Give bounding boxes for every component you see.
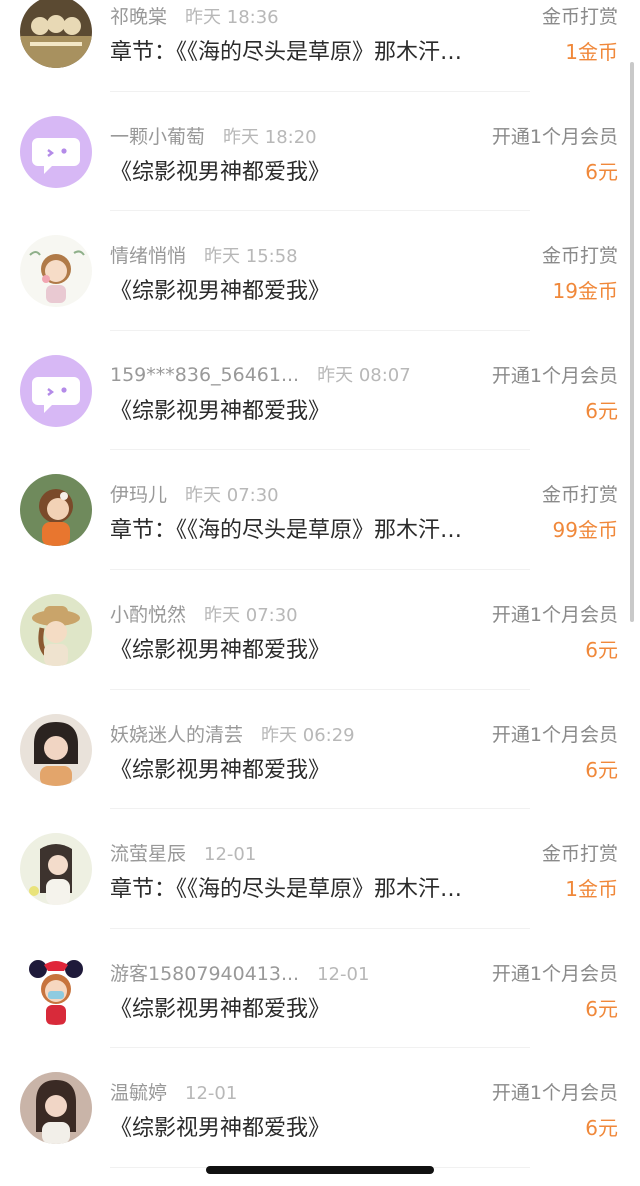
list-item[interactable]: 温毓婷 12-01 《综影视男神都爱我》 开通1个月会员 6元	[0, 1048, 640, 1168]
record-amount: 6元	[585, 757, 618, 782]
photo-avatar-icon[interactable]	[20, 713, 92, 786]
record-meta: 伊玛儿 昨天 07:30	[110, 480, 279, 507]
record-amount: 6元	[585, 996, 618, 1021]
illustrated-girl-avatar-icon[interactable]	[20, 474, 92, 547]
record-amount: 6元	[585, 637, 618, 662]
list-item[interactable]: 一颗小葡萄 昨天 18:20 《综影视男神都爱我》 开通1个月会员 6元	[0, 92, 640, 212]
record-meta: 情绪悄悄 昨天 15:58	[110, 241, 298, 268]
record-type: 金币打赏	[541, 6, 618, 28]
record-meta: 一颗小葡萄 昨天 18:20	[110, 122, 317, 149]
record-title: 《综影视男神都爱我》	[110, 637, 331, 663]
record-amount: 19金币	[552, 279, 618, 304]
record-type: 金币打赏	[541, 843, 618, 866]
cartoon-mouse-ears-avatar-icon[interactable]	[20, 952, 92, 1025]
user-name[interactable]: 温毓婷	[110, 1078, 167, 1105]
list-item[interactable]: 妖娆迷人的清芸 昨天 06:29 《综影视男神都爱我》 开通1个月会员 6元	[0, 690, 640, 810]
record-amount: 6元	[585, 1116, 618, 1141]
user-name[interactable]: 流萤星辰	[110, 839, 186, 866]
illustrated-girl-avatar-icon[interactable]	[20, 235, 92, 308]
record-title: 《综影视男神都爱我》	[110, 279, 331, 305]
record-title: 章节：《《海的尽头是草原》那木汗…	[110, 40, 463, 65]
default-chat-avatar-icon[interactable]	[20, 115, 92, 188]
record-meta: 温毓婷 12-01	[110, 1078, 237, 1105]
record-meta: 妖娆迷人的清芸 昨天 06:29	[110, 720, 355, 747]
record-time: 12-01	[185, 1083, 238, 1105]
user-name[interactable]: 情绪悄悄	[110, 241, 186, 268]
record-title: 《综影视男神都爱我》	[110, 398, 331, 424]
record-type: 金币打赏	[541, 484, 618, 507]
record-type: 开通1个月会员	[491, 603, 618, 626]
user-name[interactable]: 小酌悦然	[110, 600, 186, 627]
record-time: 昨天 18:36	[185, 7, 279, 28]
record-title: 《综影视男神都爱我》	[110, 1116, 331, 1142]
record-amount: 6元	[585, 159, 618, 184]
record-type: 金币打赏	[541, 245, 618, 268]
list-item[interactable]: 流萤星辰 12-01 章节：《《海的尽头是草原》那木汗… 金币打赏 1金币	[0, 809, 640, 929]
record-amount: 99金币	[552, 518, 618, 543]
illustrated-girl-avatar-icon[interactable]	[20, 833, 92, 906]
record-title: 《综影视男神都爱我》	[110, 757, 331, 783]
user-name[interactable]: 159***836_56461...	[110, 364, 299, 386]
record-time: 昨天 08:07	[317, 364, 411, 386]
list-item[interactable]: 情绪悄悄 昨天 15:58 《综影视男神都爱我》 金币打赏 19金币	[0, 211, 640, 331]
record-type: 开通1个月会员	[491, 723, 618, 746]
list-item[interactable]: 祁晚棠 昨天 18:36 章节：《《海的尽头是草原》那木汗… 金币打赏 1金币	[0, 0, 640, 92]
record-time: 昨天 06:29	[261, 724, 355, 746]
record-meta: 159***836_56461... 昨天 08:07	[110, 361, 411, 387]
record-amount: 1金币	[565, 877, 618, 902]
record-meta: 祁晚棠 昨天 18:36	[110, 2, 279, 29]
record-amount: 1金币	[565, 40, 618, 64]
list-item[interactable]: 小酌悦然 昨天 07:30 《综影视男神都爱我》 开通1个月会员 6元	[0, 570, 640, 690]
record-title: 《综影视男神都爱我》	[110, 159, 331, 185]
record-type: 开通1个月会员	[491, 364, 618, 387]
record-type: 开通1个月会员	[491, 1082, 618, 1105]
list-item[interactable]: 159***836_56461... 昨天 08:07 《综影视男神都爱我》 开…	[0, 331, 640, 451]
default-chat-avatar-icon[interactable]	[20, 354, 92, 427]
record-meta: 小酌悦然 昨天 07:30	[110, 600, 298, 627]
record-time: 昨天 07:30	[185, 485, 279, 507]
record-time: 昨天 18:20	[223, 126, 317, 148]
record-type: 开通1个月会员	[491, 125, 618, 148]
list-item[interactable]: 游客15807940413... 12-01 《综影视男神都爱我》 开通1个月会…	[0, 929, 640, 1049]
records-list[interactable]: 祁晚棠 昨天 18:36 章节：《《海的尽头是草原》那木汗… 金币打赏 1金币 …	[0, 0, 640, 1168]
record-amount: 6元	[585, 398, 618, 423]
illustrated-girl-avatar-icon[interactable]	[20, 593, 92, 666]
home-indicator[interactable]	[206, 1166, 434, 1174]
record-time: 昨天 07:30	[204, 604, 298, 626]
user-name[interactable]: 伊玛儿	[110, 480, 167, 507]
record-time: 12-01	[204, 844, 257, 866]
record-meta: 游客15807940413... 12-01	[110, 959, 369, 986]
scrollbar[interactable]	[630, 62, 634, 622]
record-meta: 流萤星辰 12-01	[110, 839, 256, 866]
photo-avatar-icon[interactable]	[20, 0, 92, 68]
user-name[interactable]: 一颗小葡萄	[110, 122, 205, 149]
record-type: 开通1个月会员	[491, 962, 618, 985]
record-title: 章节：《《海的尽头是草原》那木汗…	[110, 518, 463, 544]
records-screen: 祁晚棠 昨天 18:36 章节：《《海的尽头是草原》那木汗… 金币打赏 1金币 …	[0, 0, 640, 1186]
photo-avatar-icon[interactable]	[20, 1072, 92, 1145]
list-item[interactable]: 伊玛儿 昨天 07:30 章节：《《海的尽头是草原》那木汗… 金币打赏 99金币	[0, 450, 640, 570]
user-name[interactable]: 游客15807940413...	[110, 959, 299, 986]
record-time: 12-01	[317, 963, 370, 985]
record-title: 章节：《《海的尽头是草原》那木汗…	[110, 877, 463, 903]
user-name[interactable]: 妖娆迷人的清芸	[110, 720, 243, 747]
user-name[interactable]: 祁晚棠	[110, 2, 167, 29]
record-time: 昨天 15:58	[204, 246, 298, 268]
record-title: 《综影视男神都爱我》	[110, 996, 331, 1022]
